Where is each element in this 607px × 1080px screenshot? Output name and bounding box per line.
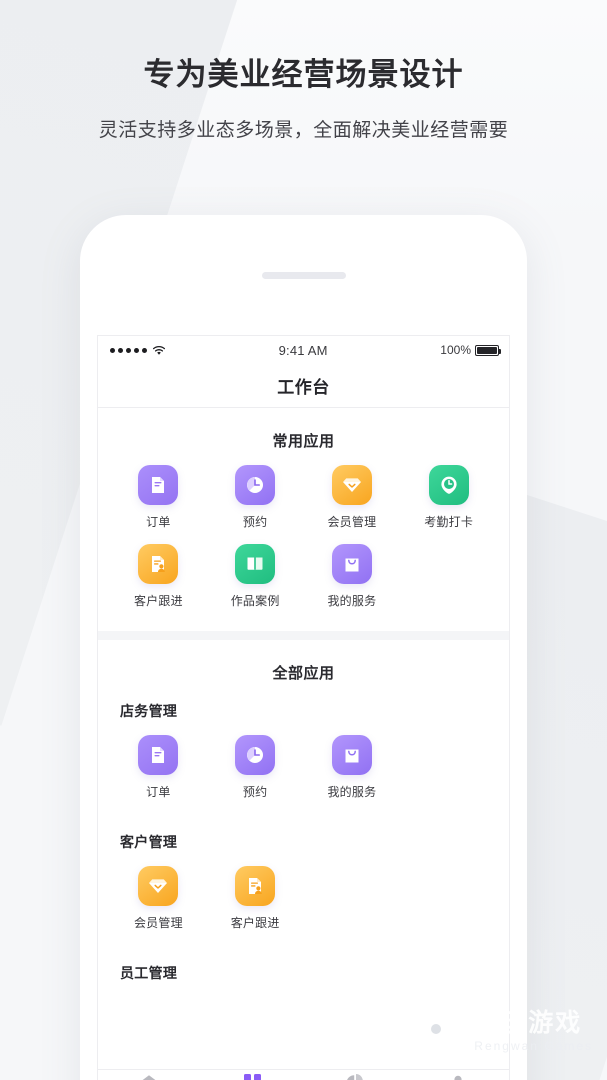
status-bar-left <box>110 345 166 356</box>
status-bar: 9:41 AM 100% <box>98 336 509 364</box>
app-item-yuyue[interactable]: 预约 <box>207 465 304 530</box>
clock-icon <box>235 465 276 505</box>
navbar-title: 工作台 <box>277 378 330 397</box>
app-label: 订单 <box>146 785 171 799</box>
app-label: 订单 <box>146 515 171 529</box>
workbench-content[interactable]: 常用应用 订单 预约 会员管理 考勤打卡 客户跟进 作品案例 我的服务 全部应用… <box>98 408 509 1069</box>
phone-screen: 9:41 AM 100% 工作台 常用应用 订单 预约 会员管理 考勤打卡 客户… <box>97 335 510 1080</box>
customer-followup-icon <box>138 544 179 584</box>
common-apps-grid: 订单 预约 会员管理 考勤打卡 客户跟进 作品案例 我的服务 <box>98 451 509 623</box>
app-item-huiyuanguanli[interactable]: 会员管理 <box>110 866 207 931</box>
status-bar-time: 9:41 AM <box>278 342 328 358</box>
clock-icon <box>235 735 276 775</box>
app-item-yuyue[interactable]: 预约 <box>207 735 304 800</box>
group-grid-kehu: 会员管理 客户跟进 <box>98 852 509 945</box>
wifi-icon <box>152 345 166 356</box>
tab-home[interactable]: 首页 <box>98 1074 201 1080</box>
app-label: 我的服务 <box>327 594 377 608</box>
group-title-yuangong: 员工管理 <box>120 965 178 981</box>
app-label: 我的服务 <box>327 785 377 799</box>
group-title-kehu: 客户管理 <box>120 834 178 850</box>
battery-full-icon <box>475 344 501 356</box>
signal-dots-icon <box>110 347 147 353</box>
group-title-dianwu: 店务管理 <box>120 703 178 719</box>
app-label: 会员管理 <box>327 515 377 529</box>
app-item-wodefuwu[interactable]: 我的服务 <box>304 735 401 800</box>
headline-block: 专为美业经营场景设计 灵活支持多业态多场景，全面解决美业经营需要 <box>0 56 607 142</box>
status-bar-right: 100% <box>440 343 501 357</box>
book-icon <box>235 544 276 584</box>
group-grid-dianwu: 订单 预约 我的服务 <box>98 721 509 814</box>
app-item-kaoqindaka[interactable]: 考勤打卡 <box>400 465 497 530</box>
app-item-wodefuwu[interactable]: 我的服务 <box>304 544 401 609</box>
app-navbar: 工作台 <box>98 364 509 408</box>
page-subtitle: 灵活支持多业态多场景，全面解决美业经营需要 <box>98 119 509 141</box>
bottom-tab-bar: 首页 工作台 数据 我的 <box>98 1069 509 1080</box>
shopping-bag-icon <box>331 544 372 584</box>
app-label: 预约 <box>242 515 268 529</box>
user-icon <box>448 1074 468 1080</box>
app-label: 作品案例 <box>230 594 280 608</box>
app-item-kehugenjin[interactable]: 客户跟进 <box>110 544 207 609</box>
all-apps-title: 全部应用 <box>272 665 335 682</box>
app-label: 会员管理 <box>133 916 183 930</box>
customer-followup-icon <box>235 866 276 906</box>
app-label: 客户跟进 <box>230 916 280 930</box>
diamond-icon <box>331 465 372 505</box>
app-item-kehugenjin[interactable]: 客户跟进 <box>207 866 304 931</box>
diamond-icon <box>138 866 179 906</box>
app-item-dingdan[interactable]: 订单 <box>110 735 207 800</box>
home-icon <box>139 1074 159 1080</box>
phone-mockup: 9:41 AM 100% 工作台 常用应用 订单 预约 会员管理 考勤打卡 客户… <box>80 215 527 1080</box>
page-title: 专为美业经营场景设计 <box>143 57 464 92</box>
app-item-huiyuanguanli[interactable]: 会员管理 <box>304 465 401 530</box>
app-item-zuopinanli[interactable]: 作品案例 <box>207 544 304 609</box>
document-icon <box>138 735 179 775</box>
battery-percent-label: 100% <box>440 343 471 357</box>
location-clock-icon <box>428 465 469 505</box>
app-label: 预约 <box>242 785 268 799</box>
section-divider <box>98 631 509 640</box>
pie-chart-icon <box>345 1073 365 1080</box>
app-label: 考勤打卡 <box>424 515 474 529</box>
common-apps-title: 常用应用 <box>272 433 335 450</box>
tab-data[interactable]: 数据 <box>304 1073 407 1080</box>
tab-workbench[interactable]: 工作台 <box>201 1074 304 1080</box>
document-icon <box>138 465 179 505</box>
app-label: 客户跟进 <box>133 594 183 608</box>
shopping-bag-icon <box>331 735 372 775</box>
grid-icon <box>242 1074 262 1080</box>
app-item-dingdan[interactable]: 订单 <box>110 465 207 530</box>
tab-mine[interactable]: 我的 <box>406 1074 509 1080</box>
phone-speaker <box>261 272 346 279</box>
